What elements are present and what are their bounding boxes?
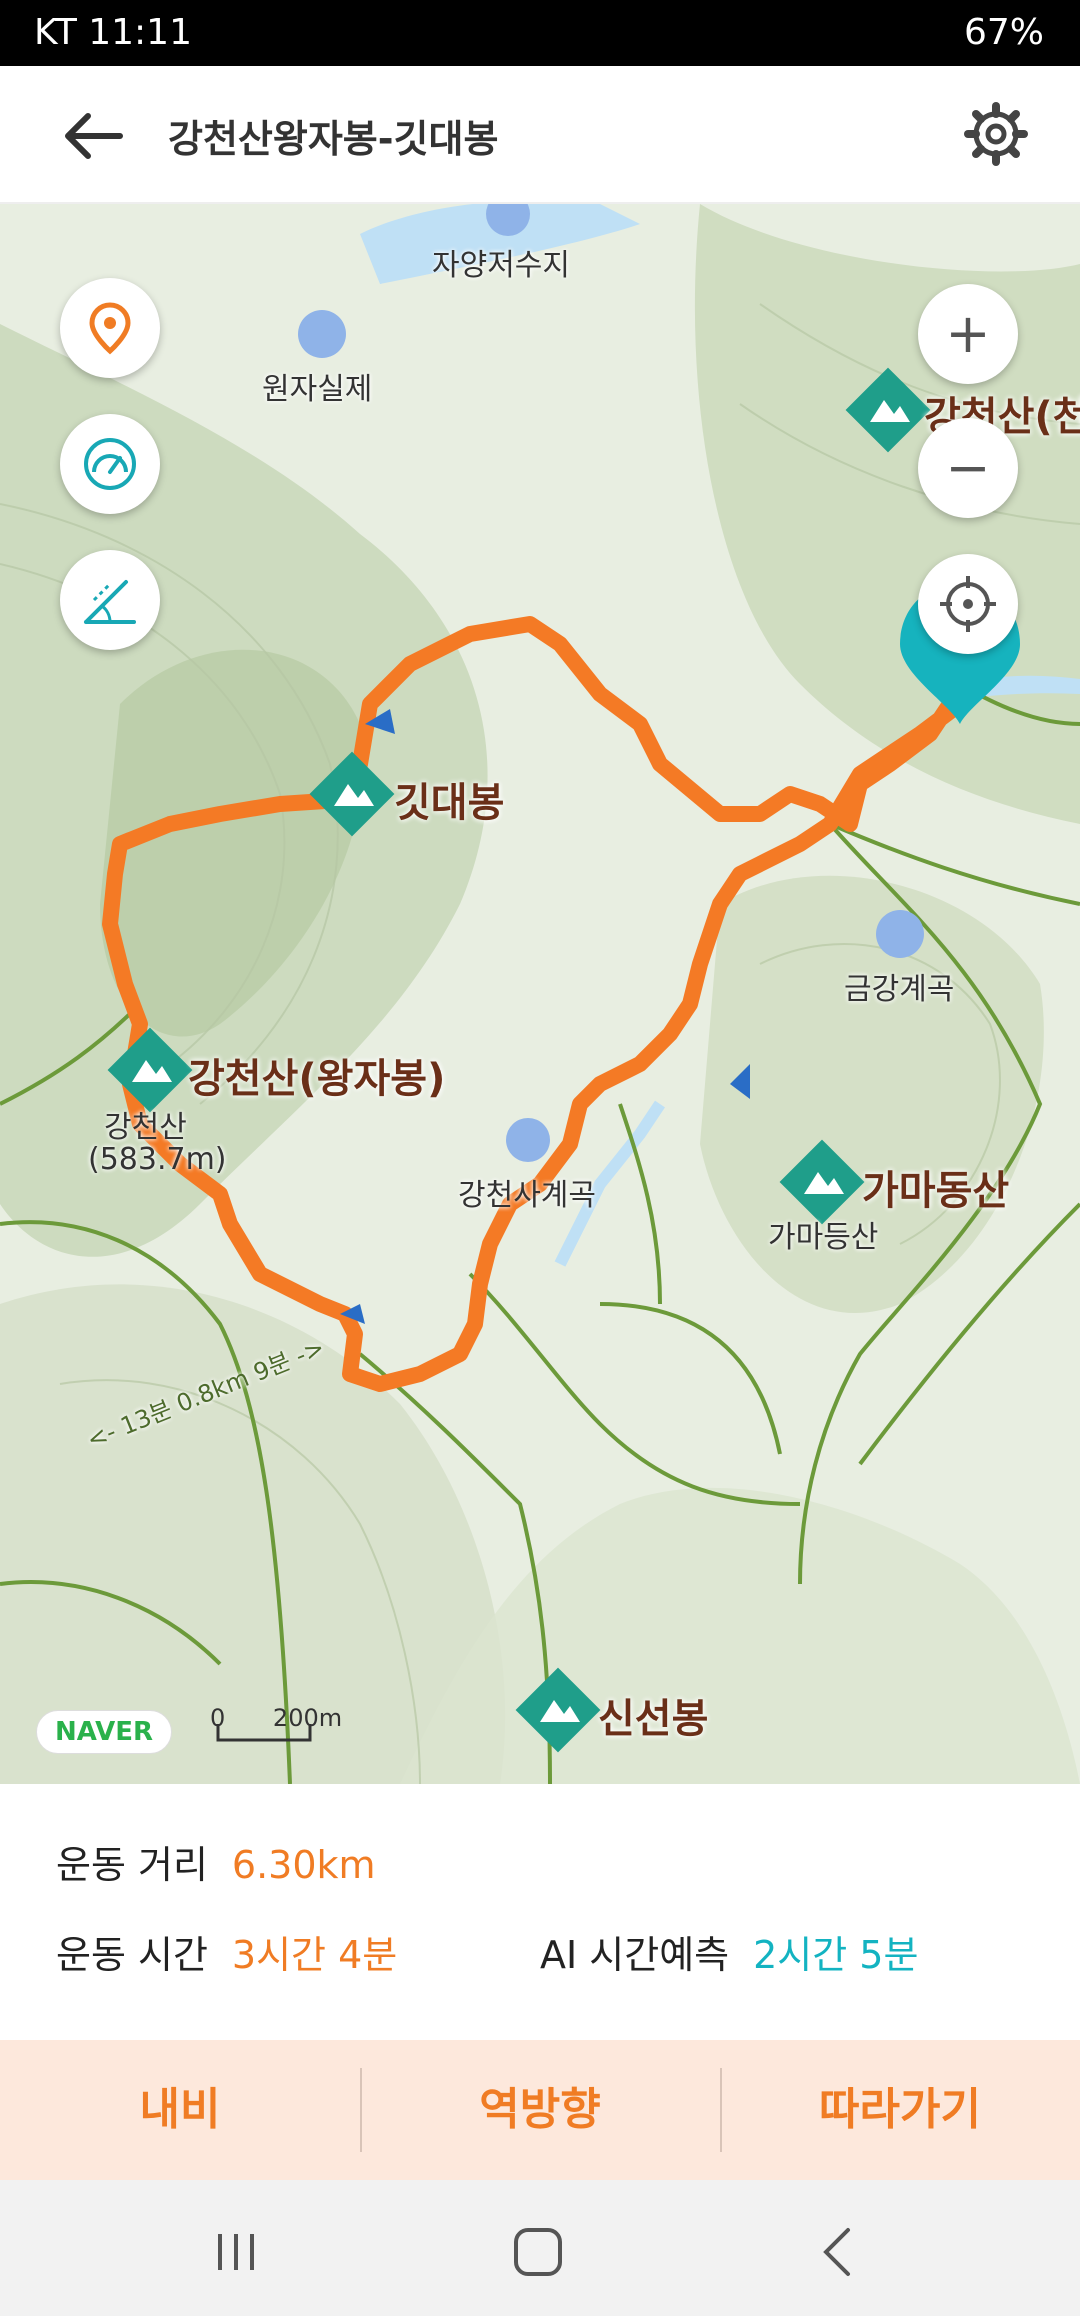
zoom-out-button[interactable]: − — [918, 418, 1018, 518]
distance-row: 운동 거리 6.30km — [56, 1834, 376, 1889]
app-header: 강천산왕자봉-깃대봉 — [0, 66, 1080, 204]
gangcheonsan-height-label: (583.7m) — [88, 1142, 227, 1177]
sinseonbong-label[interactable]: 신선봉 — [598, 1686, 708, 1744]
home-icon — [514, 2228, 562, 2276]
battery-level: 67% — [963, 12, 1044, 53]
arrow-left-icon — [65, 113, 123, 159]
location-pin-button[interactable] — [60, 278, 160, 378]
map-view[interactable]: 자양저수지 원자실제 깃대봉 강천산(왕자봉) 강천산 (583.7m) 금강계… — [0, 204, 1080, 1784]
gitdaebong-label[interactable]: 깃대봉 — [394, 770, 504, 828]
page-title: 강천산왕자봉-깃대봉 — [168, 117, 499, 161]
time-label: 운동 시간 — [56, 1933, 208, 1977]
location-pin-icon — [89, 302, 131, 355]
action-bar: 내비 역방향 따라가기 — [0, 2040, 1080, 2180]
slope-icon — [84, 580, 136, 624]
gamadongsan-label[interactable]: 가마동산 — [862, 1158, 1009, 1216]
zoom-out-icon: − — [945, 436, 991, 499]
slope-button[interactable] — [60, 550, 160, 650]
wonjasilje-label: 원자실제 — [262, 372, 373, 407]
status-time: KT 11:11 — [34, 12, 192, 53]
distance-value: 6.30km — [231, 1843, 376, 1887]
reservoir-label: 자양저수지 — [432, 248, 570, 283]
ai-time-value: 2시간 5분 — [753, 1933, 919, 1977]
gamadeungsan-label: 가마등산 — [768, 1220, 879, 1255]
ai-time-row: AI 시간예측 2시간 5분 — [540, 1924, 918, 1979]
follow-button[interactable]: 따라가기 — [720, 2068, 1080, 2152]
time-value: 3시간 4분 — [231, 1933, 398, 1977]
speedometer-icon — [84, 438, 136, 490]
system-back-button[interactable] — [810, 2222, 870, 2282]
wangjabong-label[interactable]: 강천산(왕자봉) — [188, 1046, 445, 1104]
back-button[interactable] — [60, 106, 130, 166]
gangcheonsa-label: 강천사계곡 — [458, 1178, 596, 1213]
back-icon — [823, 2228, 850, 2276]
navi-button[interactable]: 내비 — [0, 2070, 360, 2150]
recent-apps-icon — [218, 2234, 254, 2270]
scale-zero: 0 — [210, 1704, 226, 1732]
gear-icon — [964, 102, 1028, 166]
map-scale: 0 200m — [210, 1704, 342, 1732]
zoom-in-icon: + — [945, 302, 991, 365]
naver-logo: NAVER — [36, 1710, 173, 1754]
reverse-button[interactable]: 역방향 — [360, 2068, 720, 2152]
time-row: 운동 시간 3시간 4분 — [56, 1924, 397, 1979]
route-stats-panel: 운동 거리 6.30km 운동 시간 3시간 4분 AI 시간예측 2시간 5분 — [0, 1784, 1080, 2039]
distance-label: 운동 거리 — [56, 1843, 208, 1887]
crosshair-button[interactable] — [918, 554, 1018, 654]
recent-apps-button[interactable] — [206, 2222, 266, 2282]
zoom-in-button[interactable]: + — [918, 284, 1018, 384]
system-nav-bar — [0, 2180, 1080, 2316]
gangcheonsan-small-label: 강천산 — [104, 1110, 187, 1145]
ai-time-label: AI 시간예측 — [540, 1933, 730, 1977]
status-bar: KT 11:11 67% — [0, 0, 1080, 66]
home-button[interactable] — [508, 2222, 568, 2282]
speedometer-button[interactable] — [60, 414, 160, 514]
scale-distance: 200m — [272, 1704, 343, 1732]
settings-button[interactable] — [964, 102, 1028, 166]
geumgang-label: 금강계곡 — [844, 972, 955, 1007]
crosshair-icon — [940, 576, 996, 632]
